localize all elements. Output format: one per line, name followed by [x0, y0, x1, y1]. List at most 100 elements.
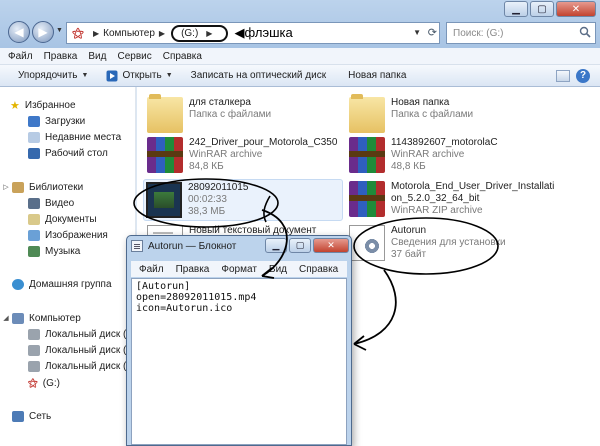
nav-local-disk-d[interactable]: Локальный диск (D:): [28, 342, 140, 358]
downloads-folder-icon: [28, 115, 40, 127]
notepad-window[interactable]: Autorun — Блокнот ▁ ▢ ✕ Файл Правка Форм…: [126, 235, 352, 446]
nav-local-disk-c[interactable]: Локальный диск (C:): [28, 326, 140, 342]
annotation-arrow-icon: ◀: [234, 25, 245, 40]
notepad-menu-bar: Файл Правка Формат Вид Справка: [131, 261, 347, 277]
file-item[interactable]: Autorun Сведения для установки 37 байт: [349, 225, 549, 265]
notepad-minimize-button[interactable]: ▁: [265, 238, 287, 253]
usb-drive-icon: ⚝: [28, 377, 38, 389]
expand-icon[interactable]: ▷: [0, 183, 12, 191]
folder-icon: [349, 94, 385, 133]
winrar-icon: [349, 181, 385, 217]
new-folder-button[interactable]: Новая папка: [348, 70, 406, 81]
breadcrumb-drive-circled[interactable]: (G:) ▶: [171, 24, 229, 42]
pictures-library-icon: [28, 229, 40, 241]
notepad-close-button[interactable]: ✕: [313, 238, 349, 253]
play-icon: [106, 70, 118, 81]
nav-computer[interactable]: ◢ Компьютер: [0, 310, 81, 326]
libraries-icon: [12, 181, 24, 193]
drive-icon: ⚝: [72, 26, 84, 40]
back-button[interactable]: ◀: [8, 21, 30, 43]
burn-button[interactable]: Записать на оптический диск: [191, 70, 326, 81]
nav-libraries[interactable]: ▷ Библиотеки: [0, 179, 83, 195]
close-button[interactable]: ✕: [556, 1, 596, 17]
view-options-icon[interactable]: [556, 70, 570, 82]
menu-file[interactable]: Файл: [8, 51, 33, 62]
gear-icon: [364, 238, 380, 254]
desktop-icon: [28, 147, 40, 159]
address-dropdown-icon[interactable]: ▼: [413, 23, 421, 43]
notepad-menu-format[interactable]: Формат: [221, 264, 257, 275]
menu-bar: Файл Правка Вид Сервис Справка: [0, 48, 600, 65]
video-icon: [146, 182, 182, 218]
setup-info-icon: [349, 225, 385, 261]
hard-disk-icon: [28, 344, 40, 356]
file-item[interactable]: для сталкера Папка с файлами: [147, 94, 347, 137]
nav-music[interactable]: Музыка: [28, 243, 80, 259]
hard-disk-icon: [28, 328, 40, 340]
text-line: icon=Autorun.ico: [136, 303, 233, 314]
winrar-icon: [349, 137, 385, 173]
nav-desktop[interactable]: Рабочий стол: [28, 145, 108, 161]
nav-pictures[interactable]: Изображения: [28, 227, 108, 243]
music-library-icon: [28, 245, 40, 257]
file-item[interactable]: 1143892607_motorolaC WinRAR archive 48,8…: [349, 137, 549, 177]
menu-help[interactable]: Справка: [163, 51, 202, 62]
notepad-menu-view[interactable]: Вид: [269, 264, 287, 275]
nav-favorites[interactable]: ★ Избранное: [10, 97, 76, 113]
breadcrumb-separator-icon[interactable]: ▶: [159, 29, 165, 38]
breadcrumb-separator-icon[interactable]: ▶: [206, 29, 212, 38]
menu-tools[interactable]: Сервис: [117, 51, 151, 62]
minimize-button[interactable]: ▁: [504, 1, 528, 17]
nav-local-disk-e[interactable]: Локальный диск (E:): [28, 358, 139, 374]
nav-documents[interactable]: Документы: [28, 211, 97, 227]
nav-videos[interactable]: Видео: [28, 195, 74, 211]
search-input[interactable]: Поиск: (G:): [453, 28, 503, 39]
nav-homegroup[interactable]: Домашняя группа: [12, 276, 112, 292]
nav-network[interactable]: Сеть: [12, 408, 51, 424]
notepad-title-bar[interactable]: Autorun — Блокнот: [131, 240, 236, 252]
star-icon: ★: [10, 99, 20, 112]
notepad-menu-help[interactable]: Справка: [299, 264, 338, 275]
help-icon[interactable]: ?: [576, 69, 590, 83]
notepad-text-area[interactable]: [Autorun] open=28092011015.mp4 icon=Auto…: [131, 278, 347, 445]
notepad-menu-file[interactable]: Файл: [139, 264, 164, 275]
menu-view[interactable]: Вид: [88, 51, 106, 62]
notepad-menu-edit[interactable]: Правка: [176, 264, 210, 275]
command-bar: Упорядочить ▼ Открыть ▼ Записать на опти…: [0, 65, 600, 87]
window-controls: ▁ ▢ ✕: [504, 1, 596, 17]
address-bar[interactable]: ⚝ ▶ Компьютер ▶ (G:) ▶ ◀флэшка ▼ ⟳: [66, 22, 440, 44]
documents-library-icon: [28, 213, 40, 225]
computer-icon: [12, 312, 24, 324]
notepad-window-controls: ▁ ▢ ✕: [265, 238, 349, 253]
file-item[interactable]: Motorola_End_User_Driver_Installati on_5…: [349, 181, 554, 221]
file-item-selected[interactable]: 28092011015 00:02:33 38,3 МБ: [143, 179, 343, 221]
nav-drive-g[interactable]: ⚝ (G:): [28, 375, 60, 391]
organize-button[interactable]: Упорядочить ▼: [18, 70, 88, 81]
expand-icon[interactable]: ◢: [0, 314, 12, 322]
nav-downloads[interactable]: Загрузки: [28, 113, 85, 129]
recent-places-icon: [28, 131, 40, 143]
nav-recent-places[interactable]: Недавние места: [28, 129, 121, 145]
recent-pages-dropdown[interactable]: ▼: [56, 27, 63, 34]
file-item[interactable]: Новая папка Папка с файлами: [349, 94, 549, 137]
maximize-button[interactable]: ▢: [530, 1, 554, 17]
menu-edit[interactable]: Правка: [44, 51, 78, 62]
forward-button[interactable]: ▶: [32, 21, 54, 43]
text-line: [Autorun]: [136, 281, 191, 292]
folder-icon: [147, 94, 183, 133]
winrar-icon: [147, 137, 183, 173]
notepad-maximize-button[interactable]: ▢: [289, 238, 311, 253]
breadcrumb-drive[interactable]: (G:): [181, 28, 198, 39]
breadcrumb-computer[interactable]: Компьютер: [103, 28, 155, 39]
dropdown-arrow-icon: ▼: [165, 72, 173, 79]
open-button[interactable]: Открыть ▼: [106, 70, 173, 82]
file-item[interactable]: 242_Driver_pour_Motorola_C350 WinRAR arc…: [147, 137, 347, 177]
dropdown-arrow-icon: ▼: [81, 72, 89, 79]
search-icon[interactable]: [579, 26, 591, 38]
network-icon: [12, 410, 24, 422]
breadcrumb-separator-icon[interactable]: ▶: [93, 29, 99, 38]
refresh-icon[interactable]: ⟳: [428, 23, 437, 43]
explorer-title-bar: ▁ ▢ ✕ ◀ ▶ ▼ ⚝ ▶ Компьютер ▶ (G:) ▶ ◀флэш…: [0, 0, 600, 48]
search-box[interactable]: Поиск: (G:): [446, 22, 596, 44]
videos-library-icon: [28, 197, 40, 209]
